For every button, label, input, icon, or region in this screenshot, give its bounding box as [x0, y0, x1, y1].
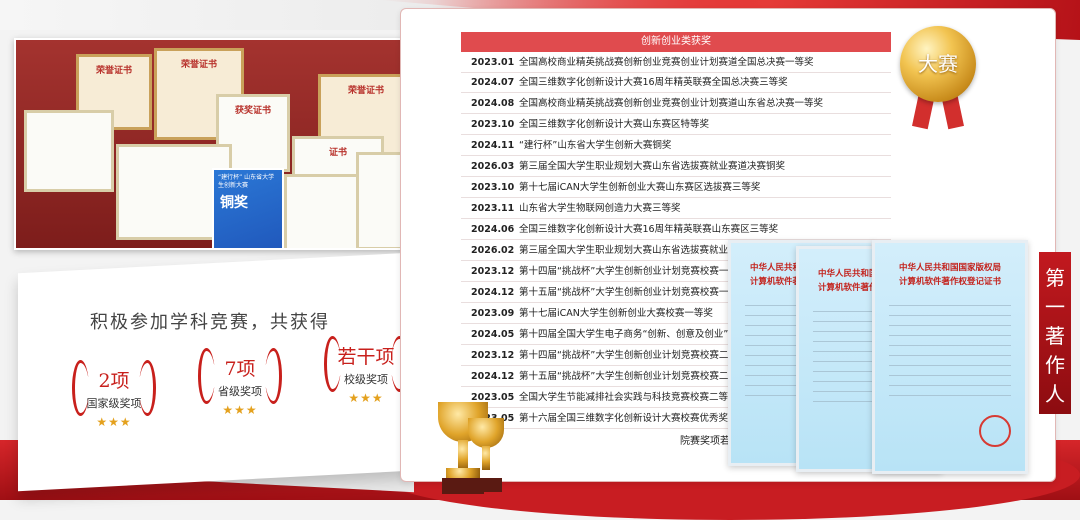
awards-table-header: 创新创业类获奖 [461, 32, 891, 52]
info-title: 积极参加学科竞赛，共获得 [90, 312, 330, 333]
school-award-badge: 若干项 校级奖项 ★★★ [320, 328, 412, 418]
table-row: 2024.08 全国高校商业精英挑战赛创新创业竞赛创业计划赛道山东省总决赛一等奖 [461, 94, 891, 114]
stars-icon: ★★★ [96, 415, 132, 429]
laurel-icon [198, 348, 215, 404]
certificate [24, 110, 114, 192]
laurel-icon [72, 360, 89, 416]
trophy-icon [456, 418, 516, 494]
table-row: 2024.11 “建行杯”山东省大学生创新大赛铜奖 [461, 136, 891, 156]
seal-icon [979, 415, 1011, 447]
laurel-icon [265, 348, 282, 404]
table-row: 2023.10 第十七届iCAN大学生创新创业大赛山东赛区选拔赛三等奖 [461, 178, 891, 198]
laurel-icon [324, 336, 341, 392]
certificate-caption: “建行杯” 山东省大学生创新大赛 [218, 174, 275, 189]
table-row: 2023.10 全国三维数字化创新设计大赛山东赛区特等奖 [461, 115, 891, 135]
table-row: 2023.11 山东省大学生物联网创造力大赛三等奖 [461, 199, 891, 219]
laurel-icon [139, 360, 156, 416]
certificate-text-lines [889, 305, 1011, 405]
table-row: 2026.03 第三届全国大学生职业规划大赛山东省选拔赛就业赛道决赛铜奖 [461, 157, 891, 177]
stars-icon: ★★★ [348, 391, 384, 405]
table-row: 2024.06 全国三维数字化创新设计大赛16周年精英联赛山东赛区三等奖 [461, 220, 891, 240]
certificates-photo: 荣誉证书 荣誉证书 获奖证书 荣誉证书 证书 铜奖 “建行杯” 山东省大学生创新… [14, 38, 454, 250]
gold-medal-icon: 大赛 [900, 26, 976, 102]
stars-icon: ★★★ [222, 403, 258, 417]
software-copyright-certificate: 中华人民共和国国家版权局 计算机软件著作权登记证书 [872, 240, 1028, 474]
bronze-award-certificate: 铜奖 “建行杯” 山东省大学生创新大赛 [212, 168, 284, 248]
table-row: 2023.01 全国高校商业精英挑战赛创新创业竞赛创业计划赛道全国总决赛一等奖 [461, 53, 891, 73]
first-author-banner: 第一著作人 [1039, 252, 1071, 414]
national-award-badge: 2项 国家级奖项 ★★★ [68, 352, 160, 442]
table-row: 2024.07 全国三维数字化创新设计大赛16周年精英联赛全国总决赛三等奖 [461, 73, 891, 93]
provincial-award-badge: 7项 省级奖项 ★★★ [194, 340, 286, 430]
